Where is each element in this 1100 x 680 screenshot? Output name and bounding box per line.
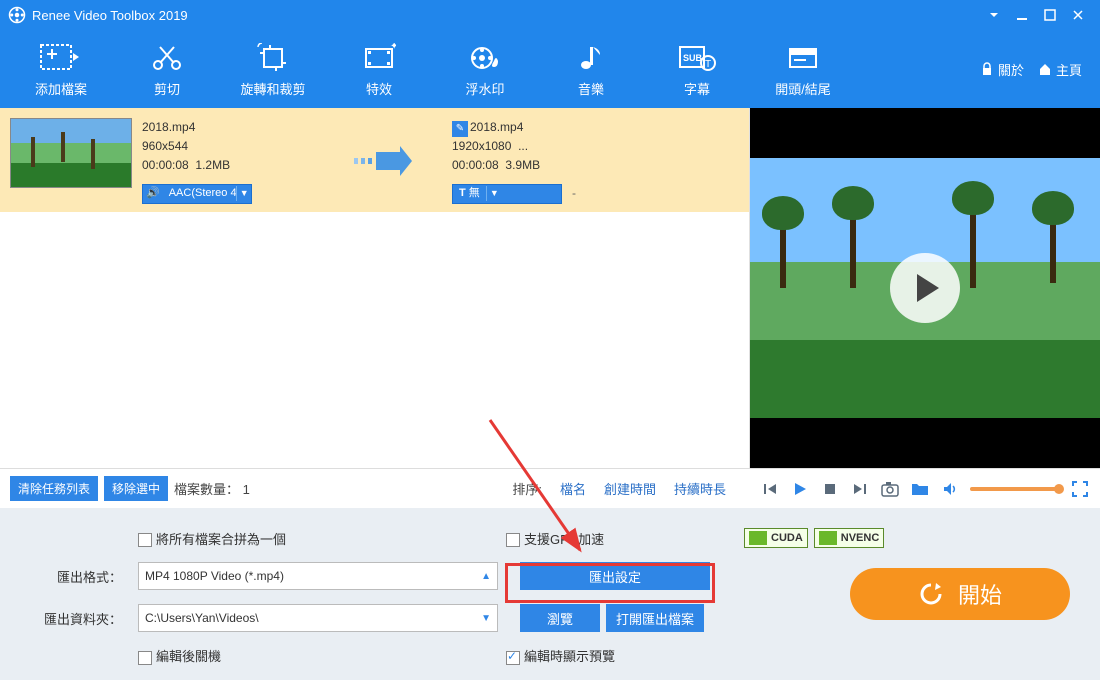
export-panel: 將所有檔案合拼為一個 支援GPU加速 CUDA NVENC 匯出格式： MP4 … [0,508,1100,680]
output-name: ✎2018.mp4 [452,118,656,137]
cuda-badge: CUDA [744,528,808,548]
file-row[interactable]: 2018.mp4 960x544 00:00:08 1.2MB 🔊AAC(Ste… [0,108,749,212]
stop-button[interactable] [820,479,840,499]
volume-button[interactable] [940,479,960,499]
subtitle-button[interactable]: SUBT 字幕 [644,41,750,98]
file-resolution: 960x544 [142,137,312,156]
svg-text:✦: ✦ [390,43,396,52]
placeholder-dash: - [572,184,656,203]
minimize-button[interactable] [1008,5,1036,25]
file-name: 2018.mp4 [142,118,312,137]
dropdown-menu-button[interactable] [980,5,1008,25]
music-button[interactable]: 音樂 [538,41,644,98]
music-note-icon [576,41,606,75]
rotate-crop-button[interactable]: 旋轉和裁剪 [220,41,326,98]
sort-label: 排序: [512,479,542,498]
chevron-down-icon: ▼ [481,613,491,624]
tool-label: 旋轉和裁剪 [240,79,305,98]
tool-label: 添加檔案 [35,79,87,98]
export-settings-button[interactable]: 匯出設定 [520,562,710,590]
tool-label: 特效 [366,79,392,98]
svg-text:T: T [705,59,711,70]
edit-badge-icon: ✎ [452,121,468,137]
refresh-icon [918,581,944,607]
app-logo-icon [8,6,26,24]
clear-list-button[interactable]: 清除任務列表 [10,476,98,501]
filmstrip-icon: ✦ [362,41,396,75]
crop-icon [256,41,290,75]
player-controls [750,468,1100,508]
intro-outro-button[interactable]: 開頭/結尾 [750,41,856,98]
list-actions-bar: 清除任務列表 移除選中 檔案數量： 1 排序: 檔名 創建時間 持續時長 [0,468,750,508]
watermark-icon [468,41,502,75]
home-icon [1038,62,1052,76]
output-duration-size: 00:00:08 3.9MB [452,156,656,175]
nvidia-icon [749,531,767,545]
snapshot-button[interactable] [880,479,900,499]
tool-label: 音樂 [578,79,604,98]
tool-label: 剪切 [154,79,180,98]
play-control-button[interactable] [790,479,810,499]
scissors-icon [150,41,184,75]
tool-label: 浮水印 [465,79,504,98]
effects-button[interactable]: ✦ 特效 [326,41,432,98]
prev-button[interactable] [760,479,780,499]
file-duration-size: 00:00:08 1.2MB [142,156,312,175]
audio-track-select[interactable]: 🔊AAC(Stereo 4▼ [142,184,252,204]
app-title: Renee Video Toolbox 2019 [32,8,188,23]
sort-by-name[interactable]: 檔名 [560,479,586,498]
nvidia-icon [819,531,837,545]
tool-label: 字幕 [684,79,710,98]
subtitle-icon: SUBT [678,41,716,75]
folder-select[interactable]: C:\Users\Yan\Videos\▼ [138,604,498,632]
home-link[interactable]: 主頁 [1038,60,1082,79]
next-button[interactable] [850,479,870,499]
subtitle-track-select[interactable]: T 無▼ [452,184,562,204]
browse-button[interactable]: 瀏覽 [520,604,600,632]
tool-label: 開頭/結尾 [775,79,831,98]
close-button[interactable] [1064,5,1092,25]
output-resolution: 1920x1080 ... [452,137,656,156]
sort-by-duration[interactable]: 持續時長 [674,479,726,498]
titlebar: Renee Video Toolbox 2019 [0,0,1100,30]
volume-slider[interactable] [970,487,1060,491]
video-thumbnail [10,118,132,188]
file-list: 2018.mp4 960x544 00:00:08 1.2MB 🔊AAC(Ste… [0,108,750,468]
maximize-button[interactable] [1036,5,1064,25]
video-preview [750,108,1100,468]
nvenc-badge: NVENC [814,528,885,548]
lock-icon [980,62,994,76]
preview-checkbox[interactable]: 編輯時顯示預覽 [506,646,736,665]
add-file-button[interactable]: 添加檔案 [8,41,114,98]
format-select[interactable]: MP4 1080P Video (*.mp4)▲ [138,562,498,590]
open-export-button[interactable]: 打開匯出檔案 [606,604,704,632]
chevron-down-icon: ▼ [486,186,502,200]
file-count-label: 檔案數量： 1 [174,479,250,498]
folder-label: 匯出資料夾： [10,609,130,628]
chevron-down-icon: ▼ [236,186,251,200]
play-button[interactable] [890,253,960,323]
gpu-checkbox[interactable]: 支援GPU加速 [506,529,604,548]
chevron-up-icon: ▲ [481,571,491,582]
add-file-icon [39,41,83,75]
sort-by-created[interactable]: 創建時間 [604,479,656,498]
shutdown-checkbox[interactable]: 編輯後關機 [138,646,498,665]
remove-selected-button[interactable]: 移除選中 [104,476,168,501]
start-button[interactable]: 開始 [850,568,1070,620]
window-icon [786,41,820,75]
watermark-button[interactable]: 浮水印 [432,41,538,98]
about-link[interactable]: 關於 [980,60,1024,79]
cut-button[interactable]: 剪切 [114,41,220,98]
open-folder-button[interactable] [910,479,930,499]
svg-text:SUB: SUB [683,53,703,63]
merge-checkbox[interactable]: 將所有檔案合拼為一個 [138,529,498,548]
main-toolbar: 添加檔案 剪切 旋轉和裁剪 ✦ 特效 浮水印 音樂 SUBT 字幕 開頭/結尾 … [0,30,1100,108]
fullscreen-button[interactable] [1070,479,1090,499]
format-label: 匯出格式： [10,567,130,586]
convert-arrow-icon [322,118,442,204]
